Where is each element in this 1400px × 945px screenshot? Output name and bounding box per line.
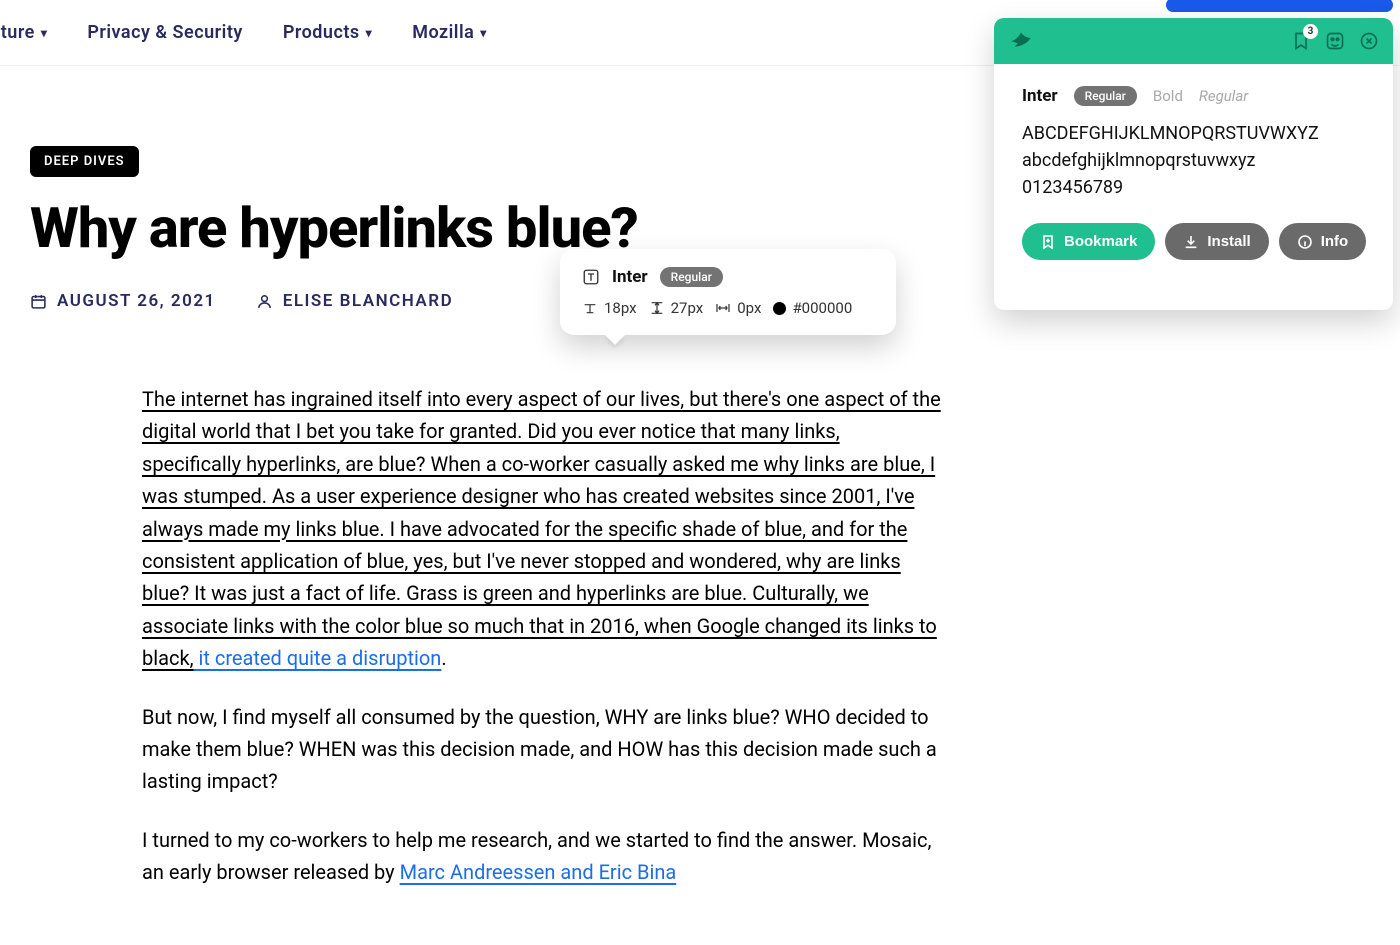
nav-item-products[interactable]: Products ▾	[283, 22, 372, 43]
article-body: The internet has ingrained itself into e…	[142, 383, 942, 888]
install-label: Install	[1207, 233, 1250, 250]
weight-option-regular-italic[interactable]: Regular	[1199, 87, 1248, 105]
nav-item-culture[interactable]: ulture ▾	[0, 22, 47, 43]
category-badge[interactable]: DEEP DIVES	[30, 146, 139, 177]
bookmark-button[interactable]: Bookmark	[1022, 223, 1155, 260]
article-date: AUGUST 26, 2021	[30, 291, 216, 311]
header-cta-button[interactable]	[1166, 0, 1393, 12]
nav-label: ulture	[0, 22, 35, 43]
chevron-down-icon: ▾	[480, 26, 487, 40]
andreessen-link[interactable]: Marc Andreessen and Eric Bina	[400, 860, 677, 884]
line-height-icon	[649, 300, 665, 316]
article-author: ELISE BLANCHARD	[256, 291, 453, 311]
tooltip-line-height: 27px	[649, 299, 704, 317]
bookmark-label: Bookmark	[1064, 233, 1137, 250]
bookmarks-icon[interactable]: 3	[1291, 31, 1311, 51]
letter-spacing-icon	[715, 300, 731, 316]
nav-label: Mozilla	[412, 22, 474, 43]
info-label: Info	[1321, 233, 1349, 250]
nav-item-privacy[interactable]: Privacy & Security	[87, 22, 242, 43]
font-extension-panel: 3 Inter Regular Bold Regular ABCDEFGHIJK…	[994, 18, 1393, 310]
nav-label: Products	[283, 22, 360, 43]
date-text: AUGUST 26, 2021	[57, 291, 216, 311]
weight-option-bold[interactable]: Bold	[1153, 87, 1183, 105]
paragraph-1: The internet has ingrained itself into e…	[142, 383, 942, 675]
extension-actions: Bookmark Install Info	[1022, 223, 1365, 260]
calendar-icon	[30, 293, 47, 310]
install-button[interactable]: Install	[1165, 223, 1268, 260]
specimen-lower: abcdefghijklmnopqrstuvwxyz	[1022, 147, 1365, 174]
font-inspector-tooltip: Inter Regular 18px 27px 0px #000000	[560, 249, 896, 335]
paragraph-3: I turned to my co-workers to help me res…	[142, 824, 942, 889]
extension-logo-icon	[1008, 26, 1034, 56]
p1-end: .	[441, 646, 446, 670]
tooltip-letter-spacing: 0px	[715, 299, 761, 317]
specimen-upper: ABCDEFGHIJKLMNOPQRSTUVWXYZ	[1022, 120, 1365, 147]
tooltip-font-size: 18px	[582, 299, 637, 317]
chevron-down-icon: ▾	[41, 26, 48, 40]
font-icon	[582, 268, 600, 286]
font-family-row: Inter Regular Bold Regular	[1022, 86, 1365, 106]
info-button[interactable]: Info	[1279, 223, 1367, 260]
tooltip-weight-pill: Regular	[660, 267, 723, 287]
chevron-down-icon: ▾	[366, 26, 373, 40]
close-icon[interactable]	[1359, 31, 1379, 51]
person-icon	[256, 293, 273, 310]
extension-header: 3	[994, 18, 1393, 64]
settings-icon[interactable]	[1325, 31, 1345, 51]
p1-text: The internet has ingrained itself into e…	[142, 387, 941, 670]
paragraph-2: But now, I find myself all consumed by t…	[142, 701, 942, 798]
nav-item-mozilla[interactable]: Mozilla ▾	[412, 22, 487, 43]
tooltip-color: #000000	[773, 299, 852, 317]
color-swatch-icon	[773, 302, 786, 315]
author-text: ELISE BLANCHARD	[283, 291, 453, 311]
specimen-digits: 0123456789	[1022, 174, 1365, 201]
weight-active-pill[interactable]: Regular	[1074, 86, 1137, 106]
bookmark-count-badge: 3	[1303, 24, 1318, 39]
nav-label: Privacy & Security	[87, 22, 242, 43]
disruption-link[interactable]: it created quite a disruption	[194, 646, 442, 670]
tooltip-font-name: Inter	[612, 267, 648, 287]
text-size-icon	[582, 300, 598, 316]
ext-font-name: Inter	[1022, 86, 1058, 106]
font-specimen: ABCDEFGHIJKLMNOPQRSTUVWXYZ abcdefghijklm…	[1022, 120, 1365, 201]
extension-body: Inter Regular Bold Regular ABCDEFGHIJKLM…	[994, 64, 1393, 310]
